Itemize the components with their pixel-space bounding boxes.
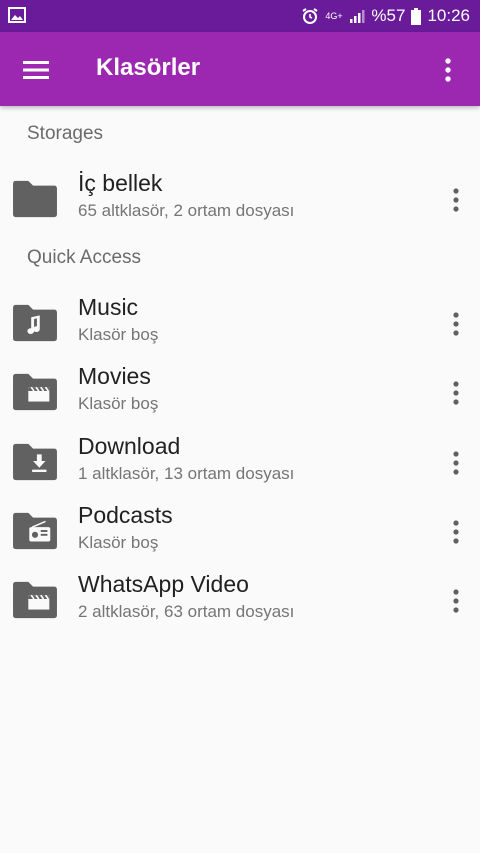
item-more-button[interactable]: [442, 441, 470, 485]
item-more-button[interactable]: [442, 510, 470, 554]
item-more-button[interactable]: [442, 302, 470, 346]
movies-folder-icon: [13, 373, 57, 411]
folder-name: WhatsApp Video: [78, 571, 249, 597]
hamburger-menu-icon: [23, 61, 49, 79]
more-vert-icon: [453, 451, 459, 475]
more-vert-icon: [453, 312, 459, 336]
folder-name: Podcasts: [78, 502, 173, 528]
folder-name: Music: [78, 294, 139, 320]
video-folder-icon: [13, 581, 57, 619]
hamburger-menu-button[interactable]: [14, 48, 58, 92]
folder-details: 2 altklasör, 63 ortam dosyası: [78, 602, 295, 621]
section-title-quick-access: Quick Access: [27, 247, 142, 268]
more-vert-icon: [453, 520, 459, 544]
more-vert-icon: [453, 381, 459, 405]
list-item-music[interactable]: Music Klasör boş: [0, 290, 480, 360]
signal-icon: [350, 10, 365, 23]
status-bar: 4G+ %57 10:26: [0, 0, 480, 32]
folder-name: Movies: [78, 363, 151, 389]
list-item-movies[interactable]: Movies Klasör boş: [0, 359, 480, 429]
list-item-whatsapp-video[interactable]: WhatsApp Video 2 altklasör, 63 ortam dos…: [0, 567, 480, 637]
list-item-podcasts[interactable]: Podcasts Klasör boş: [0, 498, 480, 568]
folder-details: 1 altklasör, 13 ortam dosyası: [78, 464, 295, 483]
item-more-button[interactable]: [442, 579, 470, 623]
folder-details: Klasör boş: [78, 325, 159, 344]
folder-name: İç bellek: [78, 170, 163, 196]
folder-details: Klasör boş: [78, 394, 159, 413]
item-more-button[interactable]: [442, 371, 470, 415]
network-4g-icon: 4G+: [325, 10, 343, 21]
more-vert-icon: [445, 58, 451, 82]
image-icon: [8, 7, 26, 23]
item-more-button[interactable]: [442, 178, 470, 222]
page-title: Klasörler: [96, 54, 201, 81]
app-bar: Klasörler: [0, 32, 480, 106]
music-folder-icon: [13, 304, 57, 342]
section-title-storages: Storages: [27, 123, 104, 144]
battery-percent: %57: [371, 6, 406, 25]
download-folder-icon: [13, 443, 57, 481]
more-vert-icon: [453, 589, 459, 613]
folder-icon: [13, 180, 57, 218]
battery-icon: [411, 7, 422, 25]
folder-name: Download: [78, 433, 181, 459]
more-vert-icon: [453, 188, 459, 212]
list-item-ic-bellek[interactable]: İç bellek 65 altklasör, 2 ortam dosyası: [0, 166, 480, 236]
list-item-download[interactable]: Download 1 altklasör, 13 ortam dosyası: [0, 429, 480, 499]
folder-details: 65 altklasör, 2 ortam dosyası: [78, 201, 295, 220]
alarm-icon: [302, 8, 318, 24]
folder-details: Klasör boş: [78, 533, 159, 552]
podcasts-folder-icon: [13, 512, 57, 550]
overflow-menu-button[interactable]: [428, 48, 468, 92]
clock: 10:26: [427, 6, 470, 25]
